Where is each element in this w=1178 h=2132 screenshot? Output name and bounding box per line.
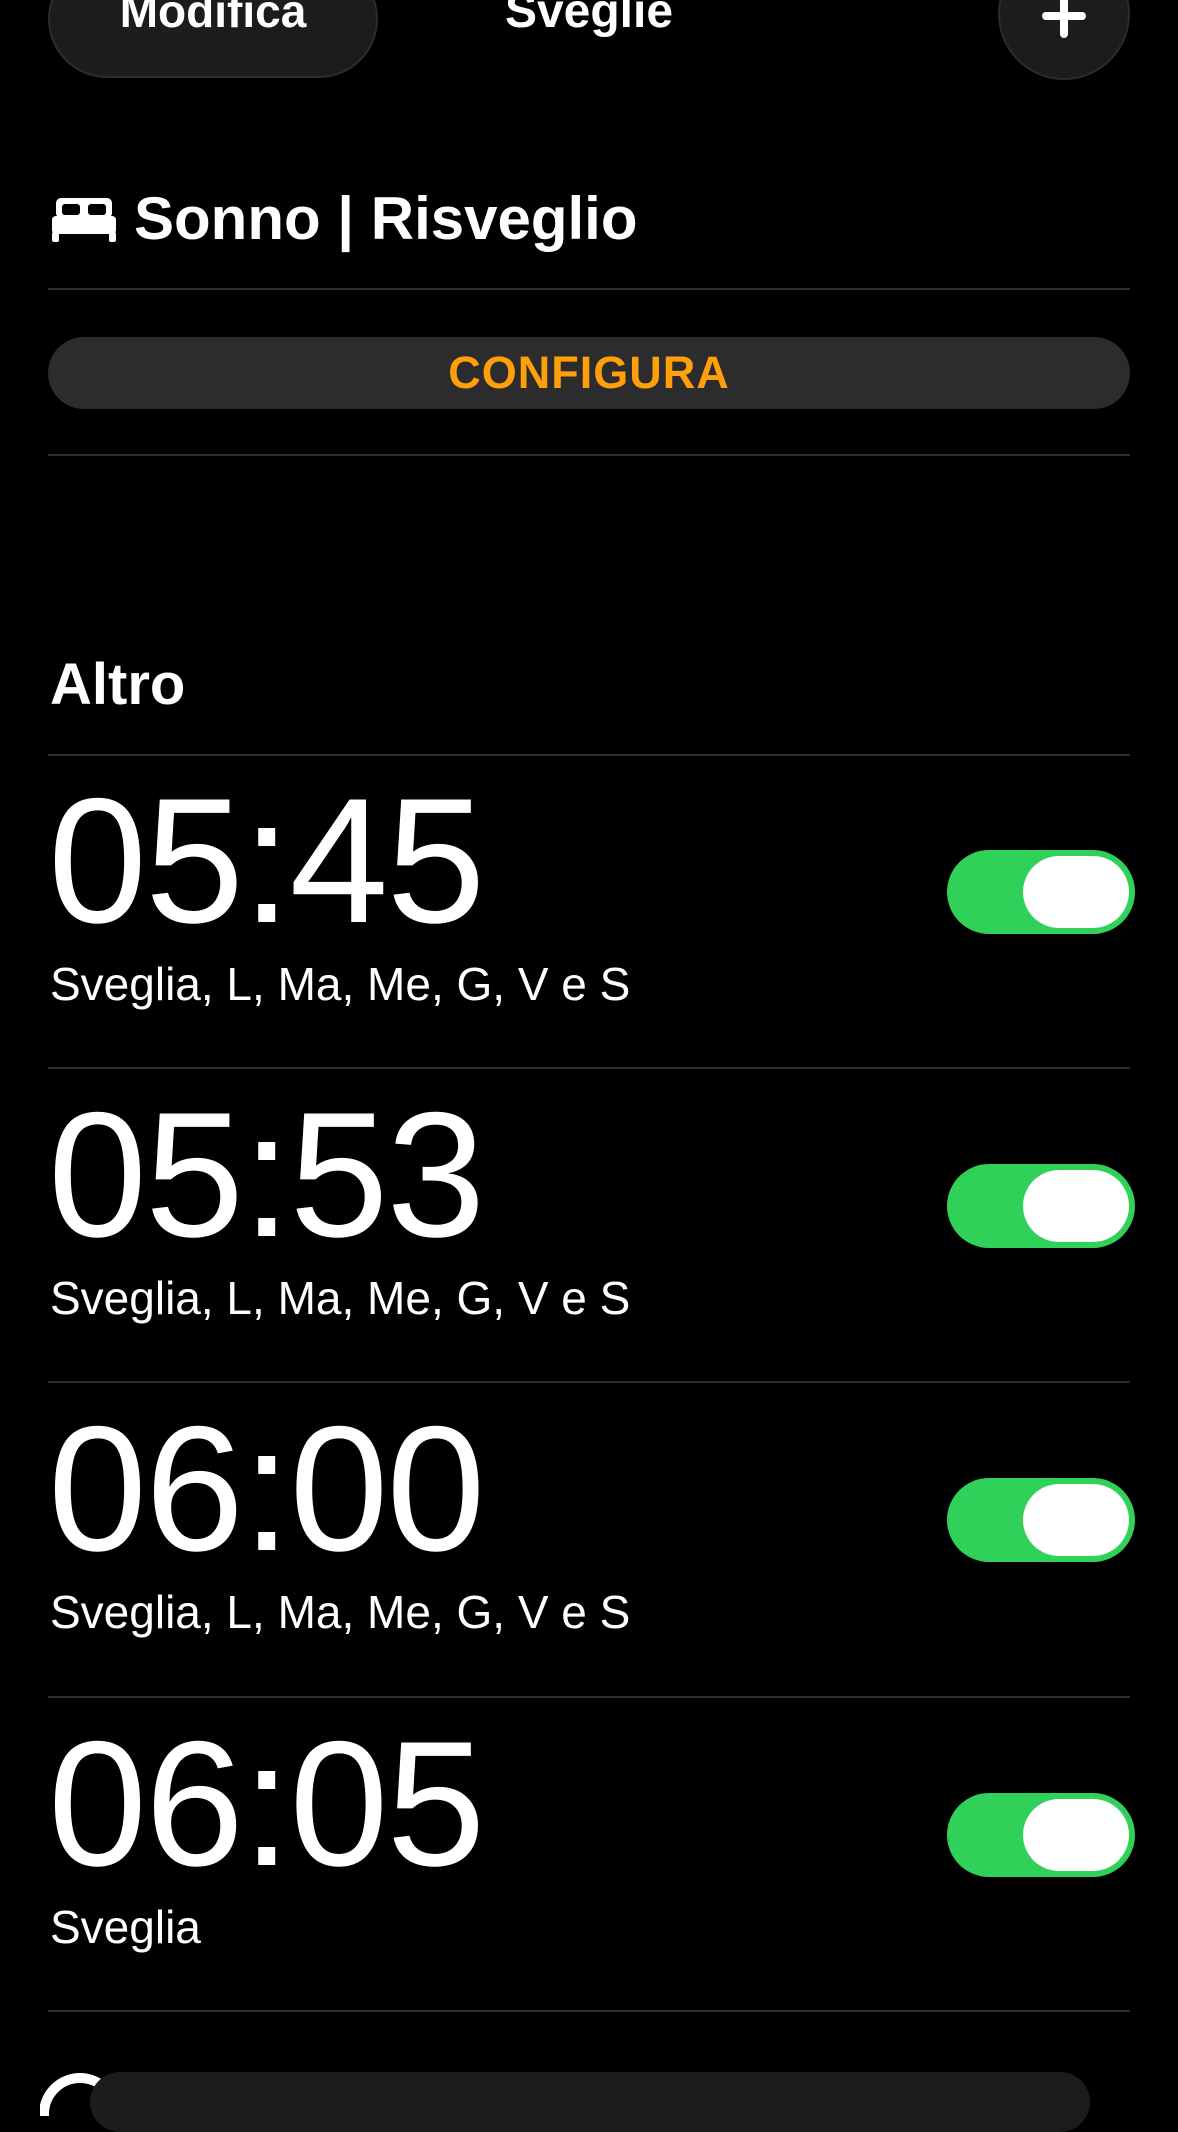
- divider: [48, 1696, 1130, 1698]
- divider: [48, 1067, 1130, 1069]
- alarm-label: Sveglia, L, Ma, Me, G, V e S: [50, 1272, 631, 1324]
- divider: [48, 288, 1130, 290]
- toggle-knob: [1023, 1484, 1129, 1556]
- alarm-time: 06:00: [48, 1389, 485, 1588]
- alarm-time: 05:53: [48, 1075, 485, 1274]
- alarm-time: 05:45: [48, 761, 485, 960]
- alarm-label: Sveglia: [50, 1901, 201, 1953]
- alarm-row[interactable]: 05:45 Sveglia, L, Ma, Me, G, V e S: [0, 756, 1178, 1070]
- alarm-toggle[interactable]: [947, 1793, 1135, 1877]
- divider: [48, 454, 1130, 456]
- sleep-section-title: Sonno | Risveglio: [134, 185, 638, 252]
- alarm-row[interactable]: 06:00 Sveglia, L, Ma, Me, G, V e S: [0, 1384, 1178, 1698]
- configure-button[interactable]: CONFIGURA: [48, 337, 1130, 409]
- alarm-label: Sveglia, L, Ma, Me, G, V e S: [50, 958, 631, 1010]
- alarm-row[interactable]: 05:53 Sveglia, L, Ma, Me, G, V e S: [0, 1070, 1178, 1384]
- toggle-knob: [1023, 856, 1129, 928]
- toggle-knob: [1023, 1170, 1129, 1242]
- alarm-toggle[interactable]: [947, 1478, 1135, 1562]
- configure-button-label: CONFIGURA: [448, 347, 730, 398]
- divider: [48, 2010, 1130, 2012]
- alarm-row[interactable]: 06:05 Sveglia: [0, 1699, 1178, 2013]
- divider: [48, 1381, 1130, 1383]
- other-section-title: Altro: [50, 652, 186, 717]
- alarm-toggle[interactable]: [947, 850, 1135, 934]
- sleep-section-header: Sonno | Risveglio: [50, 184, 638, 254]
- navigation-bar: Modifica Sveglie: [0, 0, 1178, 110]
- add-alarm-button[interactable]: [998, 0, 1130, 80]
- alarm-label: Sveglia, L, Ma, Me, G, V e S: [50, 1586, 631, 1638]
- bed-icon: [52, 198, 116, 242]
- tab-bar[interactable]: [90, 2072, 1090, 2132]
- alarm-time: 06:05: [48, 1704, 485, 1903]
- toggle-knob: [1023, 1799, 1129, 1871]
- plus-icon: [1042, 0, 1086, 38]
- alarm-toggle[interactable]: [947, 1164, 1135, 1248]
